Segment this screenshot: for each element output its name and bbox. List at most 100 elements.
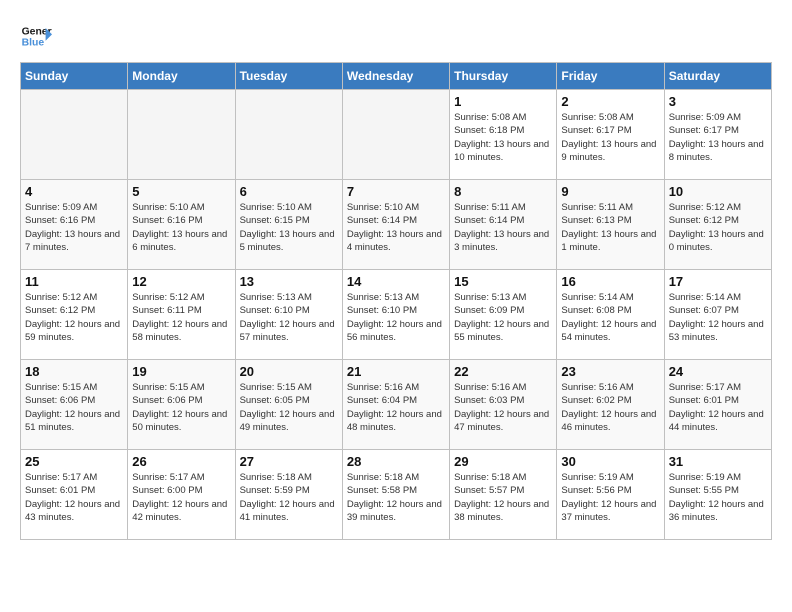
day-info: Sunrise: 5:15 AMSunset: 6:06 PMDaylight:… xyxy=(25,381,123,434)
calendar-cell: 19 Sunrise: 5:15 AMSunset: 6:06 PMDayligh… xyxy=(128,360,235,450)
day-info: Sunrise: 5:10 AMSunset: 6:16 PMDaylight:… xyxy=(132,201,230,254)
calendar-cell: 21Sunrise: 5:16 AMSunset: 6:04 PMDayligh… xyxy=(342,360,449,450)
calendar-cell: 2Sunrise: 5:08 AMSunset: 6:17 PMDaylight… xyxy=(557,90,664,180)
day-info: Sunrise: 5:13 AMSunset: 6:10 PMDaylight:… xyxy=(347,291,445,344)
day-info: Sunrise: 5:11 AMSunset: 6:14 PMDaylight:… xyxy=(454,201,552,254)
day-number: 1 xyxy=(454,94,552,109)
day-info: Sunrise: 5:10 AMSunset: 6:15 PMDaylight:… xyxy=(240,201,338,254)
calendar-cell: 6 Sunrise: 5:10 AMSunset: 6:15 PMDaylight… xyxy=(235,180,342,270)
calendar: SundayMondayTuesdayWednesdayThursdayFrid… xyxy=(20,62,772,540)
day-info: Sunrise: 5:10 AMSunset: 6:14 PMDaylight:… xyxy=(347,201,445,254)
calendar-cell xyxy=(235,90,342,180)
day-info: Sunrise: 5:17 AMSunset: 6:00 PMDaylight:… xyxy=(132,471,230,524)
day-header-wednesday: Wednesday xyxy=(342,63,449,90)
calendar-cell xyxy=(342,90,449,180)
day-number: 17 xyxy=(669,274,767,289)
calendar-cell: 5 Sunrise: 5:10 AMSunset: 6:16 PMDaylight… xyxy=(128,180,235,270)
calendar-cell: 9Sunrise: 5:11 AMSunset: 6:13 PMDaylight… xyxy=(557,180,664,270)
day-header-tuesday: Tuesday xyxy=(235,63,342,90)
calendar-cell: 8 Sunrise: 5:11 AMSunset: 6:14 PMDaylight… xyxy=(450,180,557,270)
calendar-cell: 14 Sunrise: 5:13 AMSunset: 6:10 PMDayligh… xyxy=(342,270,449,360)
day-number: 2 xyxy=(561,94,659,109)
day-info: Sunrise: 5:09 AMSunset: 6:16 PMDaylight:… xyxy=(25,201,123,254)
day-number: 28 xyxy=(347,454,445,469)
day-header-sunday: Sunday xyxy=(21,63,128,90)
day-info: Sunrise: 5:09 AMSunset: 6:17 PMDaylight:… xyxy=(669,111,767,164)
day-info: Sunrise: 5:14 AMSunset: 6:07 PMDaylight:… xyxy=(669,291,767,344)
day-number: 8 xyxy=(454,184,552,199)
day-number: 20 xyxy=(240,364,338,379)
calendar-cell xyxy=(128,90,235,180)
day-number: 21 xyxy=(347,364,445,379)
day-header-friday: Friday xyxy=(557,63,664,90)
day-info: Sunrise: 5:17 AMSunset: 6:01 PMDaylight:… xyxy=(25,471,123,524)
day-number: 7 xyxy=(347,184,445,199)
day-info: Sunrise: 5:13 AMSunset: 6:09 PMDaylight:… xyxy=(454,291,552,344)
day-info: Sunrise: 5:12 AMSunset: 6:12 PMDaylight:… xyxy=(25,291,123,344)
day-number: 18 xyxy=(25,364,123,379)
calendar-cell: 1 Sunrise: 5:08 AMSunset: 6:18 PMDaylight… xyxy=(450,90,557,180)
day-number: 26 xyxy=(132,454,230,469)
calendar-cell: 28 Sunrise: 5:18 AMSunset: 5:58 PMDayligh… xyxy=(342,450,449,540)
day-number: 4 xyxy=(25,184,123,199)
calendar-cell: 7 Sunrise: 5:10 AMSunset: 6:14 PMDaylight… xyxy=(342,180,449,270)
svg-text:Blue: Blue xyxy=(22,38,45,49)
day-number: 15 xyxy=(454,274,552,289)
header: General Blue xyxy=(20,20,772,52)
day-number: 6 xyxy=(240,184,338,199)
calendar-cell: 31 Sunrise: 5:19 AMSunset: 5:55 PMDayligh… xyxy=(664,450,771,540)
day-info: Sunrise: 5:18 AMSunset: 5:57 PMDaylight:… xyxy=(454,471,552,524)
day-header-saturday: Saturday xyxy=(664,63,771,90)
day-number: 30 xyxy=(561,454,659,469)
day-info: Sunrise: 5:19 AMSunset: 5:55 PMDaylight:… xyxy=(669,471,767,524)
calendar-cell: 17 Sunrise: 5:14 AMSunset: 6:07 PMDayligh… xyxy=(664,270,771,360)
calendar-cell: 12Sunrise: 5:12 AMSunset: 6:11 PMDayligh… xyxy=(128,270,235,360)
calendar-cell: 25 Sunrise: 5:17 AMSunset: 6:01 PMDayligh… xyxy=(21,450,128,540)
calendar-week-2: 4 Sunrise: 5:09 AMSunset: 6:16 PMDaylight… xyxy=(21,180,772,270)
calendar-cell: 27 Sunrise: 5:18 AMSunset: 5:59 PMDayligh… xyxy=(235,450,342,540)
day-info: Sunrise: 5:11 AMSunset: 6:13 PMDaylight:… xyxy=(561,201,659,254)
day-info: Sunrise: 5:18 AMSunset: 5:58 PMDaylight:… xyxy=(347,471,445,524)
day-info: Sunrise: 5:16 AMSunset: 6:02 PMDaylight:… xyxy=(561,381,659,434)
day-number: 14 xyxy=(347,274,445,289)
calendar-cell: 18 Sunrise: 5:15 AMSunset: 6:06 PMDayligh… xyxy=(21,360,128,450)
day-number: 12 xyxy=(132,274,230,289)
day-info: Sunrise: 5:19 AMSunset: 5:56 PMDaylight:… xyxy=(561,471,659,524)
calendar-cell: 29 Sunrise: 5:18 AMSunset: 5:57 PMDayligh… xyxy=(450,450,557,540)
day-number: 31 xyxy=(669,454,767,469)
calendar-week-1: 1 Sunrise: 5:08 AMSunset: 6:18 PMDaylight… xyxy=(21,90,772,180)
day-info: Sunrise: 5:15 AMSunset: 6:06 PMDaylight:… xyxy=(132,381,230,434)
day-header-thursday: Thursday xyxy=(450,63,557,90)
day-number: 27 xyxy=(240,454,338,469)
logo: General Blue xyxy=(20,20,52,52)
calendar-cell: 30 Sunrise: 5:19 AMSunset: 5:56 PMDayligh… xyxy=(557,450,664,540)
day-number: 19 xyxy=(132,364,230,379)
day-number: 25 xyxy=(25,454,123,469)
day-number: 22 xyxy=(454,364,552,379)
day-number: 16 xyxy=(561,274,659,289)
calendar-cell: 3 Sunrise: 5:09 AMSunset: 6:17 PMDaylight… xyxy=(664,90,771,180)
day-info: Sunrise: 5:08 AMSunset: 6:18 PMDaylight:… xyxy=(454,111,552,164)
day-number: 11 xyxy=(25,274,123,289)
calendar-cell: 10 Sunrise: 5:12 AMSunset: 6:12 PMDayligh… xyxy=(664,180,771,270)
calendar-cell: 13Sunrise: 5:13 AMSunset: 6:10 PMDayligh… xyxy=(235,270,342,360)
calendar-cell xyxy=(21,90,128,180)
day-number: 10 xyxy=(669,184,767,199)
day-info: Sunrise: 5:13 AMSunset: 6:10 PMDaylight:… xyxy=(240,291,338,344)
calendar-cell: 26 Sunrise: 5:17 AMSunset: 6:00 PMDayligh… xyxy=(128,450,235,540)
day-info: Sunrise: 5:16 AMSunset: 6:03 PMDaylight:… xyxy=(454,381,552,434)
calendar-cell: 24Sunrise: 5:17 AMSunset: 6:01 PMDayligh… xyxy=(664,360,771,450)
day-number: 3 xyxy=(669,94,767,109)
calendar-cell: 15 Sunrise: 5:13 AMSunset: 6:09 PMDayligh… xyxy=(450,270,557,360)
calendar-cell: 16Sunrise: 5:14 AMSunset: 6:08 PMDayligh… xyxy=(557,270,664,360)
day-number: 5 xyxy=(132,184,230,199)
day-info: Sunrise: 5:12 AMSunset: 6:12 PMDaylight:… xyxy=(669,201,767,254)
calendar-cell: 4 Sunrise: 5:09 AMSunset: 6:16 PMDaylight… xyxy=(21,180,128,270)
calendar-cell: 23 Sunrise: 5:16 AMSunset: 6:02 PMDayligh… xyxy=(557,360,664,450)
calendar-cell: 11 Sunrise: 5:12 AMSunset: 6:12 PMDayligh… xyxy=(21,270,128,360)
calendar-week-3: 11 Sunrise: 5:12 AMSunset: 6:12 PMDayligh… xyxy=(21,270,772,360)
day-number: 29 xyxy=(454,454,552,469)
day-info: Sunrise: 5:18 AMSunset: 5:59 PMDaylight:… xyxy=(240,471,338,524)
calendar-week-4: 18 Sunrise: 5:15 AMSunset: 6:06 PMDayligh… xyxy=(21,360,772,450)
day-number: 23 xyxy=(561,364,659,379)
